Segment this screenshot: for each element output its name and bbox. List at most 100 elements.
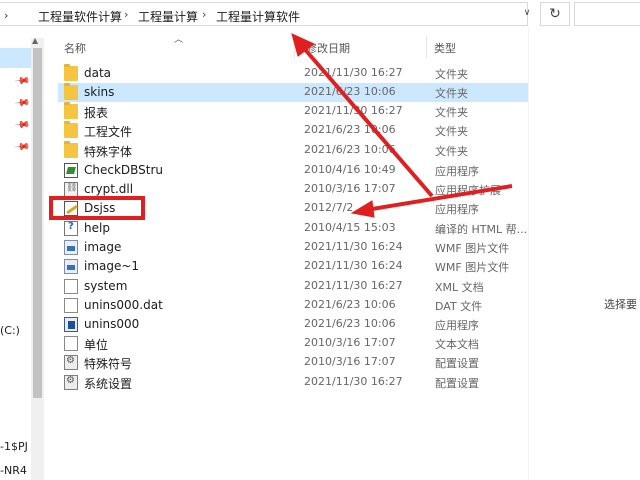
breadcrumb-item-3[interactable]: 工程量计算软件 [216, 8, 300, 25]
file-type: 文件夹 [435, 145, 468, 158]
scroll-up-arrow-icon[interactable]: ▲ [32, 36, 38, 45]
file-type: 文件夹 [435, 106, 468, 119]
file-date: 2021/6/23 10:06 [304, 123, 396, 136]
column-header-name[interactable]: 名称 [64, 40, 86, 56]
navigation-scrollbar-thumb[interactable] [33, 48, 42, 398]
file-name: unins000.dat [84, 298, 163, 312]
file-row[interactable]: image~1 2021/11/30 16:24 WMF 图片文件 [58, 257, 528, 276]
settings-file-icon [64, 355, 78, 370]
column-header-date[interactable]: 修改日期 [306, 40, 350, 56]
folder-icon [64, 83, 78, 100]
breadcrumb-separator-icon[interactable]: › [124, 8, 128, 21]
file-name: crypt.dll [84, 182, 134, 196]
file-date: 2021/6/23 10:06 [304, 317, 396, 330]
file-row[interactable]: system 2021/11/30 16:27 XML 文档 [58, 277, 528, 296]
address-box[interactable]: › 工程量软件计算 › 工程量计算 › 工程量计算软件 ∨ [0, 2, 530, 26]
folder-icon [64, 141, 78, 158]
file-row[interactable]: data 2021/11/30 16:27 文件夹 [58, 64, 528, 83]
address-bar: › 工程量软件计算 › 工程量计算 › 工程量计算软件 ∨ ↻ [0, 0, 640, 28]
file-name: data [84, 66, 112, 80]
image-file-icon [64, 259, 78, 274]
file-date: 2021/6/23 10:06 [304, 143, 396, 156]
file-type: 文件夹 [435, 125, 468, 138]
file-name: help [84, 221, 110, 235]
file-row[interactable]: CheckDBStru 2010/4/16 10:49 应用程序 [58, 161, 528, 180]
nav-item-network-1[interactable]: -1$PJ [0, 440, 28, 453]
refresh-icon: ↻ [549, 6, 561, 22]
breadcrumb-separator-icon[interactable]: › [202, 8, 206, 21]
file-date: 2010/3/16 17:07 [304, 182, 396, 195]
column-divider[interactable] [426, 36, 427, 58]
document-icon [64, 298, 78, 313]
folder-icon [64, 64, 78, 81]
file-row[interactable]: 工程文件 2021/6/23 10:06 文件夹 [58, 121, 528, 140]
file-type: 编译的 HTML 帮... [435, 223, 528, 236]
file-date: 2010/4/15 15:03 [304, 221, 396, 234]
file-row[interactable]: unins000 2021/6/23 10:06 应用程序 [58, 315, 528, 334]
file-date: 2021/11/30 16:27 [304, 375, 403, 388]
file-row[interactable]: 报表 2021/11/30 16:27 文件夹 [58, 102, 528, 121]
file-date: 2021/11/30 16:27 [304, 66, 403, 79]
file-name: system [84, 279, 128, 293]
file-row[interactable]: image 2021/11/30 16:24 WMF 图片文件 [58, 238, 528, 257]
file-row[interactable]: 单位 2010/3/16 17:07 文本文档 [58, 334, 528, 353]
application-icon [64, 163, 78, 178]
file-type: 配置设置 [435, 357, 479, 370]
settings-file-icon [64, 375, 78, 390]
file-name: 特殊符号 [84, 357, 133, 371]
file-name: 报表 [84, 106, 109, 120]
annotation-highlight-box [49, 196, 145, 220]
nav-item-network-2[interactable]: -NR4 [0, 464, 27, 477]
file-type: 文件夹 [435, 87, 468, 100]
file-name: image~1 [84, 259, 140, 273]
navigation-selected-item[interactable] [0, 48, 31, 68]
file-name: unins000 [84, 317, 140, 331]
details-divider [528, 28, 529, 480]
file-name: image [84, 240, 122, 254]
file-row[interactable]: 系统设置 2021/11/30 16:27 配置设置 [58, 373, 528, 392]
file-date: 2012/7/2 [304, 201, 354, 214]
file-date: 2010/4/16 10:49 [304, 163, 396, 176]
file-type: WMF 图片文件 [435, 261, 510, 274]
chevron-right-icon[interactable]: › [4, 9, 8, 22]
file-date: 2010/3/16 17:07 [304, 336, 396, 349]
nav-item-drive-c[interactable]: (C:) [0, 324, 20, 337]
help-file-icon [64, 221, 78, 236]
file-date: 2021/11/30 16:24 [304, 259, 403, 272]
file-name: 系统设置 [84, 377, 133, 391]
file-row-selected[interactable]: skins 2021/6/23 10:06 文件夹 [58, 83, 528, 102]
file-date: 2010/3/16 17:07 [304, 355, 396, 368]
search-input[interactable] [574, 2, 640, 26]
column-header-type[interactable]: 类型 [434, 40, 456, 56]
file-date: 2021/6/23 10:06 [304, 298, 396, 311]
file-type: XML 文档 [435, 281, 484, 294]
document-icon [64, 279, 78, 294]
file-row[interactable]: 特殊符号 2010/3/16 17:07 配置设置 [58, 353, 528, 372]
file-name: 特殊字体 [84, 145, 133, 159]
breadcrumb-item-2[interactable]: 工程量计算 [138, 8, 198, 25]
breadcrumb-item-1[interactable]: 工程量软件计算 [38, 8, 122, 25]
file-name: 单位 [84, 338, 109, 352]
file-date: 2021/11/30 16:27 [304, 104, 403, 117]
file-type: 应用程序扩展 [435, 184, 501, 197]
chevron-down-icon[interactable]: ∨ [521, 8, 533, 24]
dll-icon [64, 182, 78, 197]
file-name: skins [84, 85, 115, 99]
file-type: 应用程序 [435, 165, 479, 178]
column-divider[interactable] [294, 36, 295, 58]
file-type: 文本文档 [435, 338, 479, 351]
preview-pane-hint: 选择要 [604, 298, 637, 311]
column-header-row: 名称 修改日期 类型 [44, 36, 640, 58]
file-row[interactable]: 特殊字体 2021/6/23 10:06 文件夹 [58, 141, 528, 160]
file-date: 2021/11/30 16:24 [304, 240, 403, 253]
file-row[interactable]: unins000.dat 2021/6/23 10:06 DAT 文件 [58, 296, 528, 315]
refresh-button[interactable]: ↻ [540, 2, 570, 26]
file-row[interactable]: help 2010/4/15 15:03 编译的 HTML 帮... [58, 219, 528, 238]
folder-icon [64, 102, 78, 119]
document-icon [64, 336, 78, 351]
file-type: WMF 图片文件 [435, 242, 510, 255]
file-name: 工程文件 [84, 125, 133, 139]
folder-icon [64, 121, 78, 138]
file-name: CheckDBStru [84, 163, 164, 177]
file-type: 应用程序 [435, 203, 479, 216]
